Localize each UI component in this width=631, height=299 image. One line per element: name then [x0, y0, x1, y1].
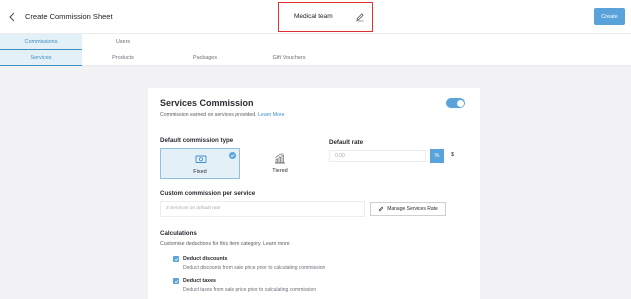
check-icon [174, 279, 178, 283]
sheet-name-field[interactable]: Medical team [278, 2, 373, 32]
section-title: Services Commission [160, 98, 254, 108]
default-rate-label: Default rate [329, 139, 364, 146]
type-option-fixed[interactable]: Fixed [160, 148, 240, 179]
type-option-fixed-label: Fixed [193, 169, 207, 175]
deduct-taxes-checkbox[interactable] [173, 278, 179, 284]
type-option-tiered[interactable]: Tiered [240, 148, 320, 179]
create-button[interactable]: Create [594, 8, 625, 25]
selected-check-icon [229, 152, 236, 159]
tab-products[interactable]: Products [82, 50, 164, 66]
tab-commissions[interactable]: Commissions [0, 34, 82, 50]
toggle-knob [456, 99, 464, 107]
tab-users[interactable]: Users [82, 34, 164, 50]
percent-toggle-button[interactable]: % [430, 149, 444, 163]
tab-services[interactable]: Services [0, 50, 82, 66]
page-title: Create Commission Sheet [25, 12, 113, 21]
deduct-discounts-title: Deduct discounts [183, 256, 228, 262]
pencil-icon[interactable] [355, 12, 365, 22]
calculations-subtitle-text: Customise deductions for this item categ… [160, 241, 262, 247]
section-subtitle: Commission earned on services provided. … [160, 112, 285, 118]
calculations-label: Calculations [160, 230, 197, 237]
type-option-tiered-label: Tiered [272, 168, 288, 174]
custom-services-field[interactable]: 3 Services on default rate [160, 201, 365, 217]
deduct-taxes-title: Deduct taxes [183, 278, 216, 284]
primary-tabs: Commissions Users [0, 34, 631, 50]
deduct-taxes-description: Deduct taxes from sale price prior to ca… [183, 287, 317, 293]
manage-services-rate-button[interactable]: Manage Services Rate [370, 202, 446, 216]
tab-packages[interactable]: Packages [164, 50, 246, 66]
tab-gift-vouchers[interactable]: Gift Vouchers [246, 50, 332, 66]
cash-icon [195, 155, 207, 163]
default-rate-input[interactable]: 0.00 [329, 150, 426, 162]
chevron-left-icon [9, 12, 15, 22]
learn-more-link[interactable]: Learn More [258, 112, 285, 118]
check-icon [174, 257, 178, 261]
deduct-discounts-description: Deduct discounts from sale price prior t… [183, 265, 326, 271]
calculations-subtitle: Customise deductions for this item categ… [160, 241, 290, 247]
top-bar: Create Commission Sheet Medical team Cre… [0, 0, 631, 34]
sheet-name-text: Medical team [294, 13, 333, 20]
custom-commission-label: Custom commission per service [160, 190, 256, 197]
secondary-tabs: Services Products Packages Gift Vouchers [0, 50, 631, 66]
commission-type-label: Default commission type [160, 137, 234, 144]
bar-chart-icon [275, 153, 285, 164]
services-commission-toggle[interactable] [446, 98, 465, 108]
services-commission-card: Services Commission Commission earned on… [148, 88, 480, 299]
calculations-learn-more-link[interactable]: Learn more [263, 241, 290, 247]
dollar-toggle-button[interactable]: $ [451, 152, 454, 158]
deduct-discounts-checkbox[interactable] [173, 256, 179, 262]
pencil-icon [379, 206, 384, 212]
back-button[interactable] [4, 8, 20, 26]
section-subtitle-text: Commission earned on services provided. [160, 112, 257, 118]
manage-services-rate-label: Manage Services Rate [387, 206, 438, 212]
